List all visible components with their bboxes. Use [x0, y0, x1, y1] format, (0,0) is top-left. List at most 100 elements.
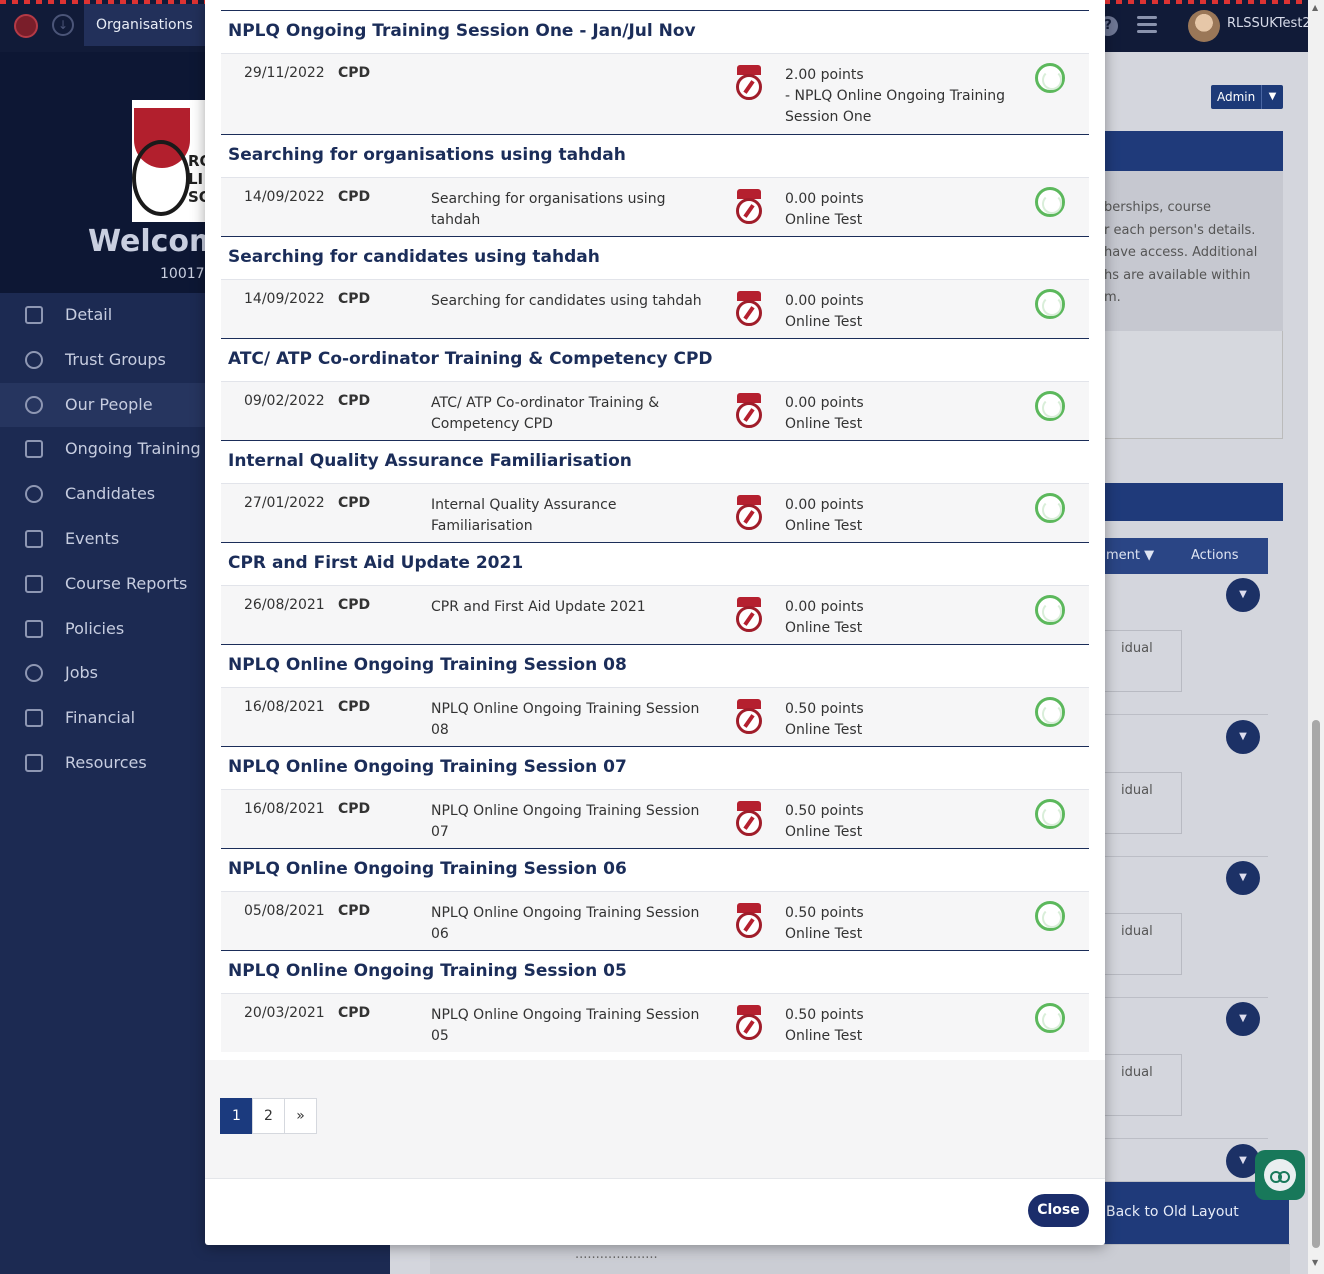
table-row: ▼ idual	[1104, 857, 1268, 998]
page-2-button[interactable]: 2	[252, 1098, 285, 1134]
entry-date: 27/01/2022	[244, 495, 325, 511]
scroll-down-icon[interactable]: ▼	[1312, 1258, 1318, 1267]
entry-points: 0.50 points Online Test	[785, 905, 864, 942]
training-entry: 05/08/2021 CPD NPLQ Online Ongoing Train…	[221, 892, 1089, 950]
group-icon	[25, 485, 43, 504]
rlss-crest-icon	[736, 597, 762, 632]
rlss-crest-icon	[736, 699, 762, 734]
status-complete-icon	[1035, 493, 1065, 523]
entry-type: CPD	[338, 65, 371, 81]
list-item: NPLQ Ongoing Training Session One - Jan/…	[221, 10, 1089, 134]
user-id: 10017	[160, 266, 205, 282]
rlss-crest-icon	[736, 393, 762, 428]
entry-type: CPD	[338, 1005, 371, 1021]
entry-description: Searching for candidates using tahdah	[431, 293, 702, 309]
entry-date: 20/03/2021	[244, 1005, 325, 1021]
entry-type: CPD	[338, 393, 371, 409]
info-card-body: berships, course r each person's details…	[1104, 171, 1283, 331]
close-button[interactable]: Close	[1028, 1194, 1089, 1227]
list-item: Internal Quality Assurance Familiarisati…	[221, 440, 1089, 542]
table-row: ▼ idual	[1104, 716, 1268, 857]
row-type-label: idual	[1104, 772, 1182, 834]
list-item: NPLQ Online Ongoing Training Session 05 …	[221, 950, 1089, 1052]
next-page-button[interactable]: »	[284, 1098, 317, 1134]
row-dropdown-button[interactable]: ▼	[1226, 861, 1260, 895]
rlss-crest-icon	[736, 65, 762, 100]
table-row: ▼ idual	[1104, 998, 1268, 1139]
entry-description: NPLQ Online Ongoing Training Session 07	[431, 803, 700, 840]
download-icon[interactable]: ↓	[52, 14, 74, 36]
rlss-crest-icon	[736, 495, 762, 530]
entry-points: 0.00 points Online Test	[785, 599, 864, 636]
row-dropdown-button[interactable]: ▼	[1226, 1002, 1260, 1036]
report-icon	[25, 574, 43, 593]
chatbot-button[interactable]	[1255, 1150, 1305, 1200]
training-entry: 09/02/2022 CPD ATC/ ATP Co-ordinator Tra…	[221, 382, 1089, 440]
entry-points: 0.50 points Online Test	[785, 701, 864, 738]
status-complete-icon	[1035, 63, 1065, 93]
table-row: ▼ idual	[1104, 574, 1268, 715]
training-entry: 16/08/2021 CPD NPLQ Online Ongoing Train…	[221, 688, 1089, 746]
scroll-up-icon[interactable]: ▲	[1312, 3, 1318, 12]
entry-date: 05/08/2021	[244, 903, 325, 919]
row-dropdown-button[interactable]: ▼	[1226, 578, 1260, 612]
training-history-modal: NPLQ Ongoing Training Session One - Jan/…	[205, 0, 1105, 1245]
document-icon	[25, 619, 43, 638]
row-type-label: idual	[1104, 630, 1182, 692]
background-footer: ....................	[430, 1244, 1290, 1274]
rlss-crest-icon	[736, 1005, 762, 1040]
entry-date: 14/09/2022	[244, 189, 325, 205]
card-icon	[25, 709, 43, 728]
user-name[interactable]: RLSSUKTest2	[1227, 16, 1311, 31]
status-complete-icon	[1035, 799, 1065, 829]
entry-description: CPR and First Aid Update 2021	[431, 599, 646, 615]
org-logo-icon[interactable]	[14, 14, 38, 38]
organisations-menu[interactable]: Organisations	[84, 4, 205, 46]
page-1-button[interactable]: 1	[220, 1098, 253, 1134]
entry-type: CPD	[338, 699, 371, 715]
training-icon	[25, 440, 43, 459]
entry-date: 16/08/2021	[244, 699, 325, 715]
entry-points: 0.00 points Online Test	[785, 395, 864, 432]
row-dropdown-button[interactable]: ▼	[1226, 720, 1260, 754]
entry-date: 14/09/2022	[244, 291, 325, 307]
list-item: NPLQ Online Ongoing Training Session 07 …	[221, 746, 1089, 848]
column-management[interactable]: ment ▼	[1106, 538, 1154, 574]
column-actions: Actions	[1191, 548, 1239, 563]
filter-icon[interactable]: ▼	[1144, 548, 1154, 563]
organisation-logo: RO LI SO	[132, 100, 212, 222]
rlss-crest-icon	[736, 801, 762, 836]
entry-description: NPLQ Online Ongoing Training Session 08	[431, 701, 700, 738]
info-card-footer	[1104, 331, 1283, 439]
status-complete-icon	[1035, 901, 1065, 931]
entry-points: 0.00 points Online Test	[785, 191, 864, 228]
training-title: NPLQ Ongoing Training Session One - Jan/…	[221, 11, 1089, 54]
entry-type: CPD	[338, 903, 371, 919]
training-title: NPLQ Online Ongoing Training Session 06	[221, 849, 1089, 892]
training-title: NPLQ Online Ongoing Training Session 07	[221, 747, 1089, 790]
status-complete-icon	[1035, 595, 1065, 625]
hamburger-menu-icon[interactable]	[1137, 16, 1157, 34]
info-card-header	[1104, 131, 1283, 171]
status-complete-icon	[1035, 697, 1065, 727]
folder-icon	[25, 753, 43, 772]
chevron-down-icon: ▼	[1261, 85, 1283, 109]
training-title: CPR and First Aid Update 2021	[221, 543, 1089, 586]
list-item: CPR and First Aid Update 2021 26/08/2021…	[221, 542, 1089, 644]
network-icon	[25, 350, 43, 369]
row-type-label: idual	[1104, 1054, 1182, 1116]
avatar[interactable]	[1188, 10, 1220, 42]
list-item: Searching for candidates using tahdah 14…	[221, 236, 1089, 338]
training-entry: 26/08/2021 CPD CPR and First Aid Update …	[221, 586, 1089, 644]
row-type-label: idual	[1104, 913, 1182, 975]
training-entry: 20/03/2021 CPD NPLQ Online Ongoing Train…	[221, 994, 1089, 1052]
entry-points: 0.50 points Online Test	[785, 1007, 864, 1044]
pagination: 1 2 »	[220, 1098, 317, 1134]
training-title: Internal Quality Assurance Familiarisati…	[221, 441, 1089, 484]
page-scrollbar[interactable]: ▲ ▼	[1308, 0, 1324, 1274]
list-item: NPLQ Online Ongoing Training Session 06 …	[221, 848, 1089, 950]
entry-points: 0.50 points Online Test	[785, 803, 864, 840]
admin-dropdown-button[interactable]: Admin ▼	[1211, 85, 1283, 109]
entry-description: Searching for organisations using tahdah	[431, 191, 666, 228]
scrollbar-thumb[interactable]	[1312, 720, 1320, 1248]
